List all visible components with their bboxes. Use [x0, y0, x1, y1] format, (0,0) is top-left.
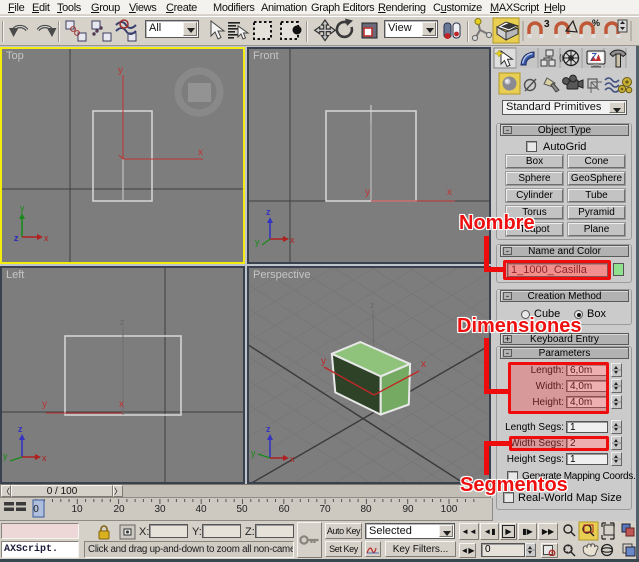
svg-text:x: x — [198, 147, 203, 158]
svg-text:z: z — [18, 424, 23, 434]
svg-text:x: x — [290, 454, 295, 464]
svg-text:x: x — [42, 453, 47, 463]
svg-text:z: z — [266, 207, 271, 217]
svg-text:z: z — [266, 424, 271, 434]
svg-text:y: y — [42, 399, 47, 410]
svg-text:40: 40 — [195, 504, 207, 515]
svg-text:60: 60 — [278, 504, 290, 515]
svg-text:z: z — [120, 317, 125, 327]
svg-text:100: 100 — [441, 504, 458, 515]
svg-text:0: 0 — [33, 504, 39, 515]
svg-text:70: 70 — [319, 504, 331, 515]
svg-text:x: x — [44, 233, 49, 243]
svg-text:80: 80 — [360, 504, 372, 515]
svg-text:z: z — [370, 300, 375, 310]
svg-text:x: x — [447, 187, 452, 198]
svg-text:x: x — [421, 359, 426, 370]
svg-text:y: y — [321, 356, 326, 367]
svg-text:30: 30 — [154, 504, 166, 515]
svg-text:y: y — [365, 187, 370, 198]
svg-text:20: 20 — [113, 504, 125, 515]
svg-text:y: y — [118, 65, 123, 76]
svg-text:x: x — [290, 235, 295, 245]
svg-text:%: % — [592, 18, 600, 28]
svg-text:x: x — [119, 399, 124, 410]
svg-text:y: y — [3, 451, 8, 461]
svg-text:3: 3 — [544, 19, 550, 30]
svg-text:10: 10 — [71, 504, 83, 515]
svg-text:y: y — [255, 237, 260, 247]
svg-text:50: 50 — [236, 504, 248, 515]
svg-text:z: z — [14, 233, 19, 243]
svg-text:90: 90 — [402, 504, 414, 515]
svg-text:y: y — [251, 448, 256, 458]
svg-text:y: y — [20, 203, 25, 213]
